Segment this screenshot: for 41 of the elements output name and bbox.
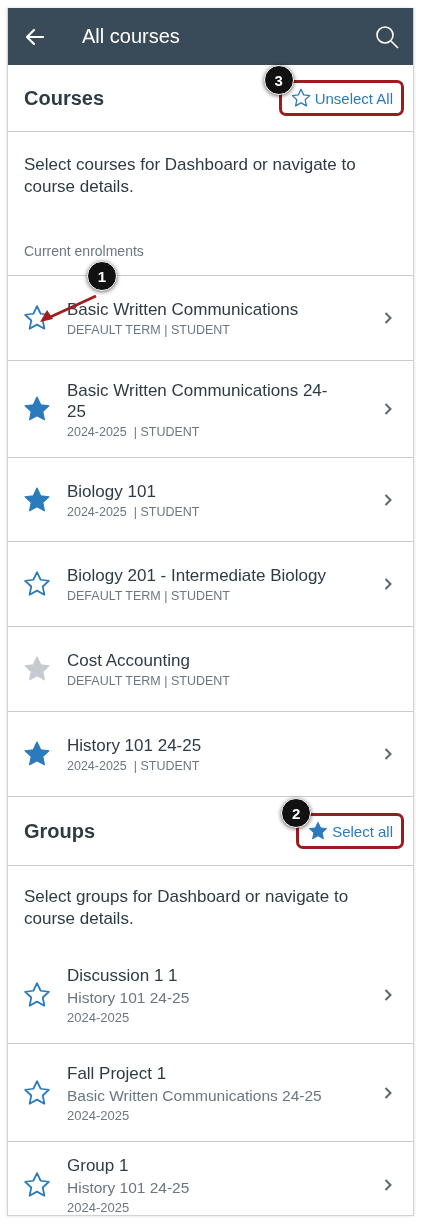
- group-term: 2024-2025: [67, 1009, 131, 1025]
- course-row[interactable]: Biology 101 2024-2025 | STUDENT: [8, 458, 413, 542]
- course-row[interactable]: Biology 201 - Intermediate Biology DEFAULT TERM | STUDENT: [8, 542, 413, 627]
- star-outline-icon[interactable]: [22, 1077, 52, 1108]
- course-title: Biology 201 - Intermediate Biology: [67, 565, 327, 586]
- group-row[interactable]: Discussion 1 1 History 101 24-25 2024-2025: [8, 946, 413, 1044]
- group-course: Basic Written Communications 24-25: [67, 1086, 323, 1105]
- course-title: Cost Accounting: [67, 650, 191, 671]
- search-icon[interactable]: [375, 24, 399, 49]
- section-heading: Courses: [24, 86, 105, 110]
- course-term: 2024-2025 | STUDENT: [67, 424, 201, 439]
- screen-title: All courses: [82, 25, 181, 48]
- course-row[interactable]: Basic Written Communications 24-25 2024-2025 | STUDENT: [8, 361, 413, 458]
- callout-badge: 2: [281, 798, 312, 828]
- group-row[interactable]: Fall Project 1 Basic Written Communications 24-25 2024-2025: [8, 1044, 413, 1142]
- group-title: Discussion 1 1: [67, 964, 179, 986]
- course-term: DEFAULT TERM | STUDENT: [67, 674, 231, 688]
- section-description: Select groups for Dashboard or navigate to course details.: [23, 886, 350, 930]
- star-outline-icon[interactable]: [22, 569, 52, 599]
- star-outline-icon[interactable]: [289, 87, 312, 109]
- course-title: History 101 24-25: [67, 735, 203, 756]
- course-title: Basic Written Communications 24-25: [67, 379, 328, 422]
- course-term: DEFAULT TERM | STUDENT: [67, 323, 231, 337]
- callout-badge: 3: [263, 65, 294, 95]
- group-title: Group 1: [67, 1154, 130, 1176]
- star-outline-icon[interactable]: [22, 979, 52, 1010]
- star-outline-icon[interactable]: [22, 1169, 52, 1200]
- section-heading: Groups: [24, 819, 96, 843]
- group-course: History 101 24-25: [67, 988, 191, 1007]
- group-course: History 101 24-25: [67, 1178, 191, 1197]
- group-row[interactable]: Group 1 History 101 24-25 2024-2025: [8, 1142, 413, 1215]
- course-row[interactable]: History 101 24-25 2024-2025 | STUDENT: [8, 712, 413, 797]
- course-term: 2024-2025 | STUDENT: [67, 759, 201, 773]
- filled-star-icon[interactable]: [307, 820, 330, 842]
- course-term: DEFAULT TERM | STUDENT: [67, 589, 231, 603]
- group-title: Fall Project 1: [67, 1062, 168, 1084]
- group-term: 2024-2025: [67, 1107, 131, 1123]
- course-term: 2024-2025 | STUDENT: [67, 504, 201, 519]
- section-description: Select courses for Dashboard or navigate to course details.: [23, 154, 357, 198]
- group-term: 2024-2025: [67, 1199, 131, 1215]
- course-title: Biology 101: [67, 480, 157, 502]
